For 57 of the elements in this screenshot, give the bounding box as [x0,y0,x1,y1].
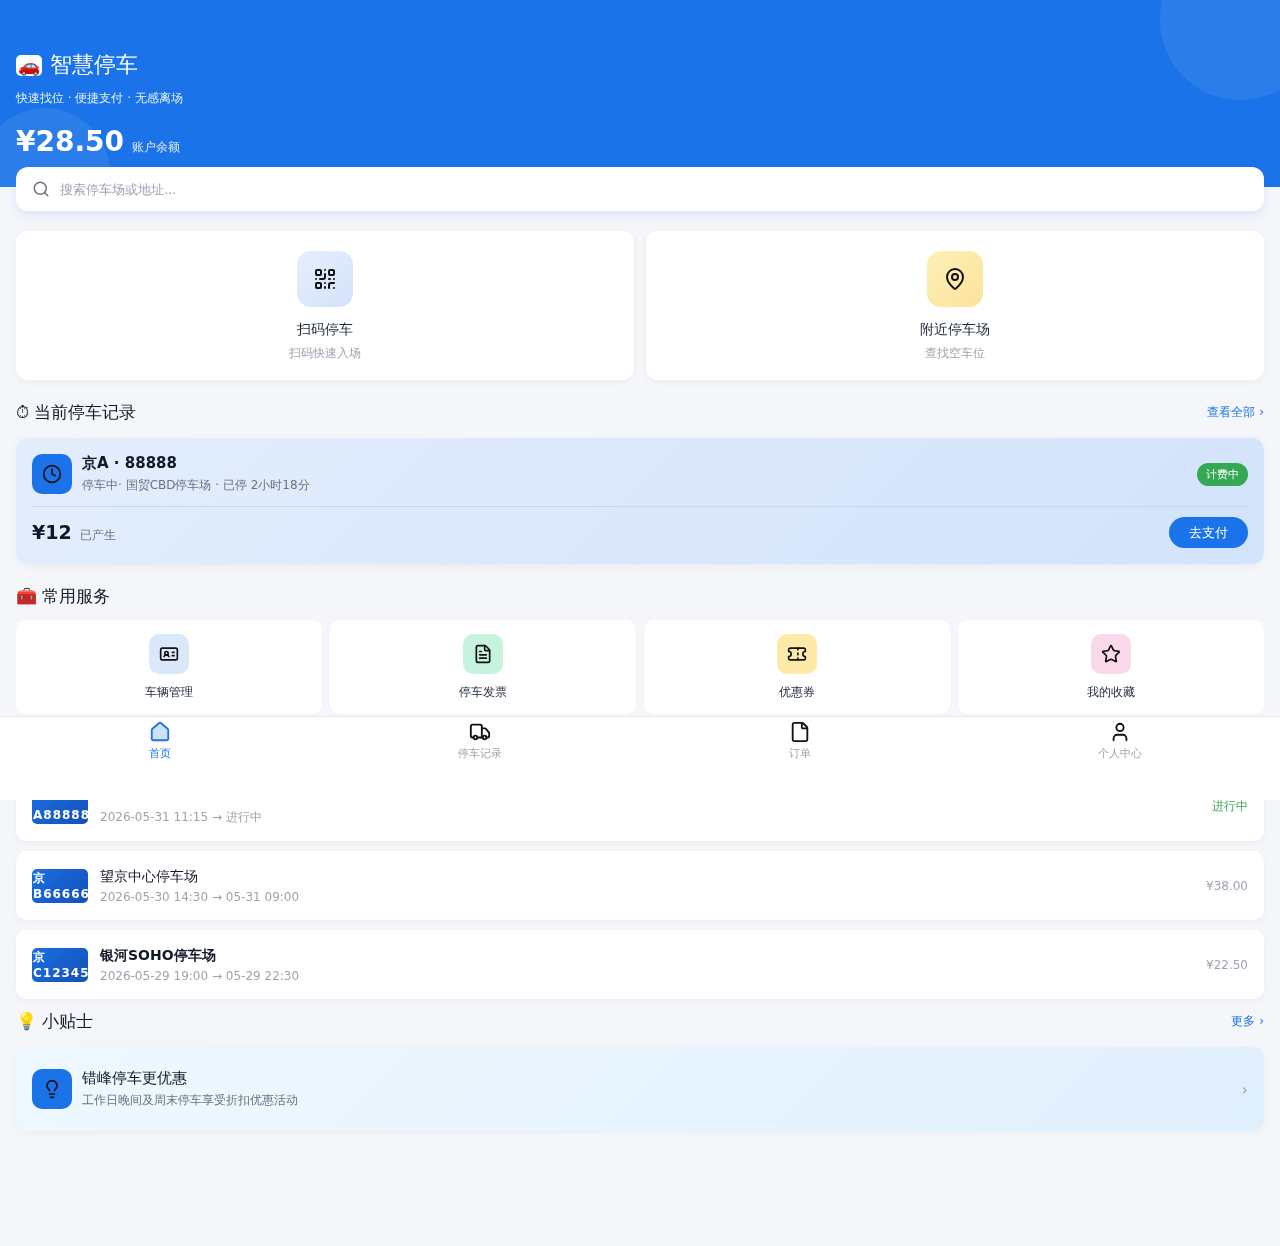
record-title: 望京中心停车场 [100,867,199,886]
order-detail: 停车中· 国贸CBD停车场 · 已停 2小时18分 [82,477,311,494]
section-title: ⏱ 当前停车记录 [16,400,137,424]
search-icon [32,180,50,198]
action-card[interactable]: 附近停车场 查找空车位 [646,231,1264,380]
action-subtitle: 查找空车位 [925,345,985,362]
service-card[interactable]: 我的收藏 [958,620,1264,714]
view-all-link[interactable]: 查看全部 › [1207,403,1264,421]
section-title: 🧰 常用服务 [16,584,111,608]
action-title: 扫码停车 [297,321,353,339]
action-card[interactable]: 扫码停车 扫码快速入场 [16,231,634,380]
car-icon: 🚗 [16,54,42,76]
tip-text: 工作日晚间及周末停车享受折扣优惠活动 [82,1092,299,1109]
document-icon [463,634,503,674]
amount-label: 已产生 [79,528,116,542]
section-title: 💡 小贴士 [16,1009,94,1033]
tip-card[interactable]: 错峰停车更优惠 工作日晚间及周末停车享受折扣优惠活动 › [16,1047,1264,1131]
record-price: ¥38.00 [1206,878,1248,893]
app-title: 智慧停车 [50,51,138,79]
service-card[interactable]: 车辆管理 [16,620,322,714]
truck-icon [469,721,491,743]
plate-number: 京A · 88888 [82,454,178,473]
qr-code-icon [297,251,353,307]
record-price: ¥22.50 [1206,957,1248,972]
home-icon [149,721,171,743]
record-status: 进行中 [1212,798,1248,815]
tip-title: 错峰停车更优惠 [82,1069,188,1088]
more-link[interactable]: 更多 › [1231,1012,1264,1030]
service-label: 停车发票 [459,684,507,701]
app-subtitle: 快速找位 · 便捷支付 · 无感离场 [16,90,184,107]
order-amount: ¥12 [32,521,72,543]
record-card[interactable]: 京 C12345 银河SOHO停车场 2026-05-29 19:00 → 05-29 22:30 ¥22.50 [16,930,1264,999]
ticket-icon [777,634,817,674]
service-label: 车辆管理 [145,684,193,701]
record-time: 2026-05-29 19:00 → 05-29 22:30 [100,968,301,983]
balance-amount: ¥28.50 [16,125,125,158]
service-label: 我的收藏 [1087,684,1135,701]
service-card[interactable]: 停车发票 [330,620,636,714]
map-pin-icon [927,251,983,307]
document-icon [789,721,811,743]
lightbulb-icon [32,1069,72,1109]
id-card-icon [149,634,189,674]
record-time: 2026-05-31 11:15 → 进行中 [100,808,263,826]
pay-button[interactable]: 去支付 [1169,517,1248,548]
clock-icon [32,454,72,494]
record-card[interactable]: 京 B66666 望京中心停车场 2026-05-30 14:30 → 05-31 09:00 ¥38.00 [16,851,1264,920]
chevron-icon: › [1241,1079,1248,1099]
action-subtitle: 扫码快速入场 [289,345,361,362]
status-badge: 计费中 [1197,462,1248,486]
plate-tag: 京 C12345 [32,947,88,982]
action-title: 附近停车场 [920,321,990,339]
plate-tag: 京 B66666 [32,868,88,903]
record-title: 银河SOHO停车场 [100,946,217,965]
service-label: 优惠券 [779,684,815,701]
service-card[interactable]: 优惠券 [644,620,950,714]
balance-label: 账户余额 [132,139,181,156]
record-time: 2026-05-30 14:30 → 05-31 09:00 [100,889,301,904]
